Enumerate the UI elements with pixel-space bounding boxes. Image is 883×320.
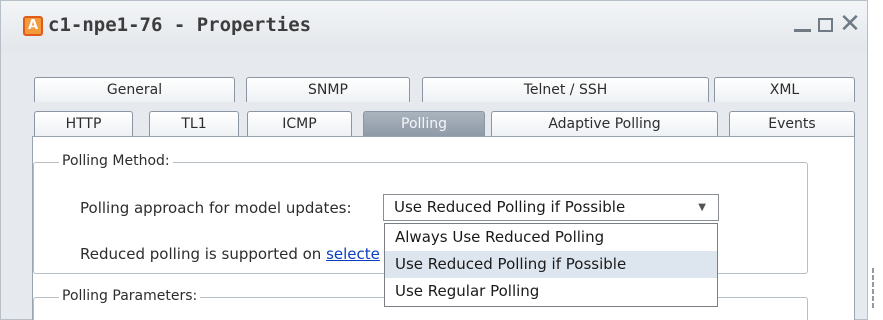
option-always-reduced[interactable]: Always Use Reduced Polling (385, 224, 717, 251)
tab-adaptive-polling[interactable]: Adaptive Polling (491, 111, 718, 136)
tab-xml[interactable]: XML (714, 77, 855, 102)
title-bar[interactable]: A c1-npe1-76 - Properties ✕ (1, 1, 867, 51)
polling-approach-label: Polling approach for model updates: (80, 199, 352, 217)
tab-icmp[interactable]: ICMP (247, 111, 352, 136)
chevron-down-icon[interactable]: ▼ (698, 195, 706, 220)
option-regular[interactable]: Use Regular Polling (385, 278, 717, 305)
tab-snmp[interactable]: SNMP (246, 77, 410, 102)
tab-tl1[interactable]: TL1 (149, 111, 239, 136)
app-icon: A (23, 16, 43, 36)
maximize-icon[interactable] (813, 11, 839, 37)
tab-events[interactable]: Events (729, 111, 855, 136)
option-reduced-if-possible[interactable]: Use Reduced Polling if Possible (385, 251, 717, 278)
tab-telnet-ssh[interactable]: Telnet / SSH (422, 77, 709, 102)
tab-polling[interactable]: Polling (363, 111, 485, 136)
polling-parameters-legend: Polling Parameters: (59, 288, 201, 304)
polling-approach-dropdown: Always Use Reduced Polling Use Reduced P… (384, 223, 718, 307)
reduced-polling-text: Reduced polling is supported on selecte (80, 245, 380, 263)
polling-method-legend: Polling Method: (59, 153, 173, 169)
reduced-polling-label: Reduced polling is supported on (80, 245, 327, 263)
selected-link[interactable]: selecte (326, 245, 380, 263)
tab-http[interactable]: HTTP (34, 111, 133, 136)
polling-approach-select[interactable]: Use Reduced Polling if Possible ▼ (383, 194, 719, 221)
tab-general[interactable]: General (34, 77, 235, 102)
margin-marks (872, 268, 878, 314)
polling-approach-value: Use Reduced Polling if Possible (394, 198, 626, 216)
close-icon[interactable]: ✕ (837, 11, 863, 37)
window-title: c1-npe1-76 - Properties (48, 14, 312, 36)
